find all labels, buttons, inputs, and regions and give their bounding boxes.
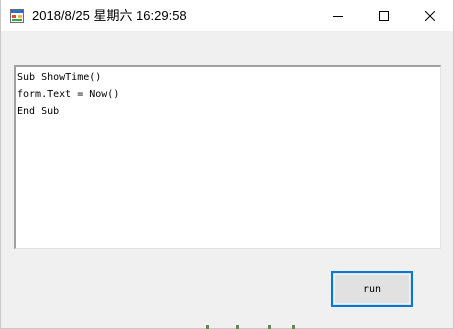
run-button-label: run: [362, 283, 382, 295]
title-bar[interactable]: 2018/8/25 星期六 16:29:58: [1, 0, 453, 31]
main-window: 2018/8/25 星期六 16:29:58 run: [0, 0, 454, 329]
close-button[interactable]: [407, 0, 453, 31]
window-title: 2018/8/25 星期六 16:29:58: [32, 8, 187, 23]
maximize-icon: [379, 10, 389, 21]
maximize-button[interactable]: [361, 0, 407, 31]
minimize-button[interactable]: [315, 0, 361, 31]
form-app-icon: [10, 9, 24, 23]
background-peek: [200, 325, 320, 329]
minimize-icon: [333, 15, 343, 17]
run-button[interactable]: run: [331, 271, 413, 307]
close-icon: [425, 10, 435, 21]
code-editor[interactable]: [14, 65, 441, 249]
